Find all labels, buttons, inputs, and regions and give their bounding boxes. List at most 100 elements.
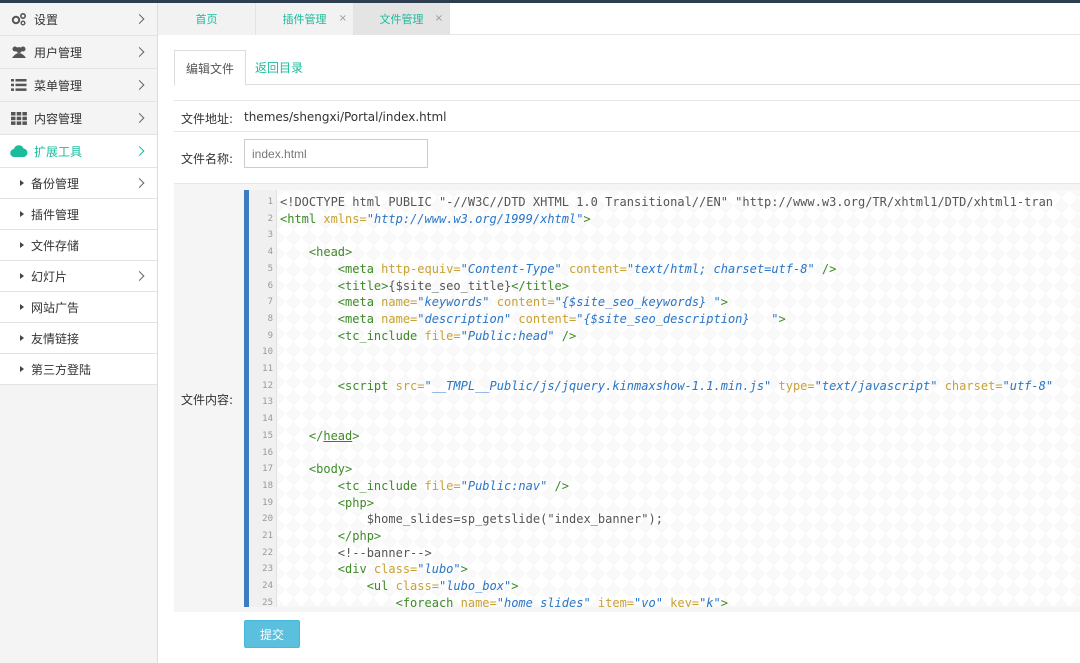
code-text: </head> [308,428,360,443]
line-number: 23 [262,564,273,575]
sidebar-item-extension-tools[interactable]: 扩展工具 [0,135,157,168]
code-line: 24 <ul class="lubo_box"> [262,578,1080,595]
file-name-label: 文件名称: [181,152,234,166]
tab-file-management[interactable]: 文件管理 × [354,3,450,35]
code-text: </php> [337,529,382,543]
code-text: <body> [308,462,353,477]
code-text: <foreach name="home_slides" item="vo" ke… [395,595,728,607]
code-line: 19 <php> [262,495,1080,512]
caret-right-icon [20,304,24,310]
sidebar-item-settings[interactable]: 设置 [0,3,157,36]
main-content: 编辑文件 返回目录 文件地址: themes/shengxi/Portal/in… [158,35,1080,663]
users-icon [10,44,28,60]
file-content-row: 文件内容: 1 <!DOCTYPE html PUBLIC "-//W3C//DT… [174,183,1080,612]
sidebar-item-label: 扩展工具 [34,144,83,159]
caret-right-icon [20,335,24,341]
sidebar-item-label: 内容管理 [34,111,83,126]
tab-label: 文件管理 [379,13,424,26]
line-number: 10 [262,347,273,358]
code-line: 8 <meta name="description" content="{$si… [268,311,1080,328]
close-icon[interactable]: × [339,14,347,24]
chevron-right-icon [134,146,145,156]
code-line: 25 <foreach name="home_slides" item="vo"… [262,595,1080,607]
file-name-row: 文件名称: [174,131,1080,183]
line-number: 19 [262,497,273,508]
sidebar-item-label: 用户管理 [34,45,83,60]
code-text: <meta name="description" content="{$site… [337,311,786,326]
code-line: 18 <tc_include file="Public:nav" /> [262,478,1080,495]
chevron-right-icon [134,178,145,188]
sidebar-subitem-label: 备份管理 [31,176,80,191]
code-text: <ul class="lubo_box"> [366,579,519,594]
tab-edit-file[interactable]: 编辑文件 [174,50,247,86]
caret-right-icon [20,366,24,372]
tab-home[interactable]: 首页 [158,3,256,35]
file-path-label: 文件地址: [181,112,234,126]
sidebar-item-content[interactable]: 内容管理 [0,102,157,135]
code-line: 20 $home_slides=sp_getslide("index_banne… [262,511,1080,528]
code-text: <!DOCTYPE html PUBLIC "-//W3C//DTD XHTML… [280,195,1054,209]
tab-plugin-management[interactable]: 插件管理 × [256,3,354,35]
chevron-right-icon [134,80,145,90]
code-line: 15 </head> [262,428,1080,445]
sidebar-subitem-plugins[interactable]: 插件管理 [0,199,157,230]
code-text: $home_slides=sp_getslide("index_banner")… [366,512,663,527]
submit-button[interactable]: 提交 [244,620,300,648]
line-number: 9 [267,330,273,341]
code-line: 10 [262,344,1080,361]
code-text: <!--banner--> [337,545,432,560]
grid-icon [10,110,28,126]
sidebar-subitem-label: 幻灯片 [31,269,68,284]
file-name-input[interactable] [244,139,428,168]
sidebar-subitem-label: 插件管理 [31,207,80,222]
chevron-right-icon [134,271,145,281]
sidebar-subitem-backup[interactable]: 备份管理 [0,168,157,199]
line-number: 8 [267,313,273,324]
sidebar-item-menu[interactable]: 菜单管理 [0,69,157,102]
file-path-row: 文件地址: themes/shengxi/Portal/index.html [174,100,1080,131]
line-number: 17 [262,464,273,475]
sidebar-subitem-label: 网站广告 [31,300,80,315]
file-path-value: themes/shengxi/Portal/index.html [244,110,447,124]
content-tabs: 编辑文件 返回目录 [174,50,1080,86]
back-to-directory-link[interactable]: 返回目录 [244,50,314,85]
code-line: 17 <body> [262,461,1080,478]
code-line: 4 <head> [268,244,1080,261]
sidebar-subitem-friend-links[interactable]: 友情链接 [0,323,157,354]
line-number: 12 [262,380,273,391]
caret-right-icon [20,211,24,217]
list-icon [10,77,28,93]
code-editor[interactable]: 1 <!DOCTYPE html PUBLIC "-//W3C//DTD XHTM… [244,190,1080,607]
code-line: 9 <tc_include file="Public:head" /> [268,328,1080,345]
code-area[interactable]: 1 <!DOCTYPE html PUBLIC "-//W3C//DTD XHTM… [262,190,1080,607]
line-number: 1 [267,197,273,207]
line-number: 25 [262,597,273,607]
code-line: 12 <script src="__TMPL__Public/js/jquery… [262,378,1080,395]
code-line: 1 <!DOCTYPE html PUBLIC "-//W3C//DTD XHTM… [268,194,1080,211]
tab-label: 编辑文件 [186,61,235,76]
code-text: <meta http-equiv="Content-Type" content=… [337,261,837,276]
code-text: <html xmlns="http://www.w3.org/1999/xhtm… [280,211,591,226]
sidebar-subitem-site-ads[interactable]: 网站广告 [0,292,157,323]
sidebar-item-users[interactable]: 用户管理 [0,36,157,69]
sidebar-subitem-label: 第三方登陆 [31,362,92,377]
code-line: 11 [262,361,1080,378]
line-number: 24 [262,581,273,592]
line-number: 13 [262,397,273,408]
code-text: <head> [308,245,353,260]
line-number: 6 [267,280,273,291]
code-line: 16 [262,445,1080,462]
line-number: 22 [262,547,273,558]
code-line: 3 [268,227,1080,244]
sidebar-subitem-third-party-login[interactable]: 第三方登陆 [0,354,157,385]
sidebar-subitem-file-storage[interactable]: 文件存储 [0,230,157,261]
sidebar-subitem-slides[interactable]: 幻灯片 [0,261,157,292]
sidebar-item-label: 设置 [34,12,59,27]
gears-icon [10,11,28,27]
code-line: 14 [262,411,1080,428]
sidebar-subitem-label: 文件存储 [31,238,80,253]
close-icon[interactable]: × [435,14,443,24]
chevron-right-icon [134,14,145,24]
line-number: 11 [262,364,273,374]
line-number: 21 [262,531,273,541]
